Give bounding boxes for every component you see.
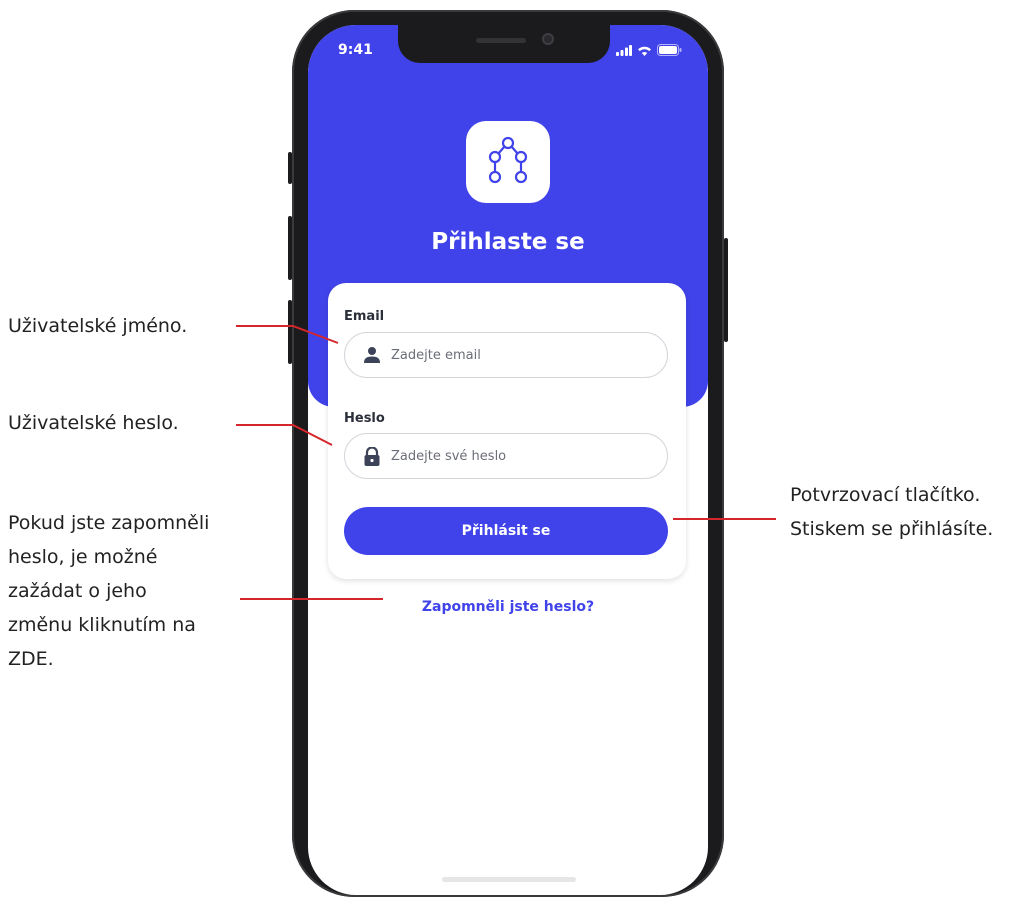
annotation-leader-lines xyxy=(236,325,776,600)
leader-line-password xyxy=(236,424,333,446)
leader-line-username xyxy=(236,325,339,344)
